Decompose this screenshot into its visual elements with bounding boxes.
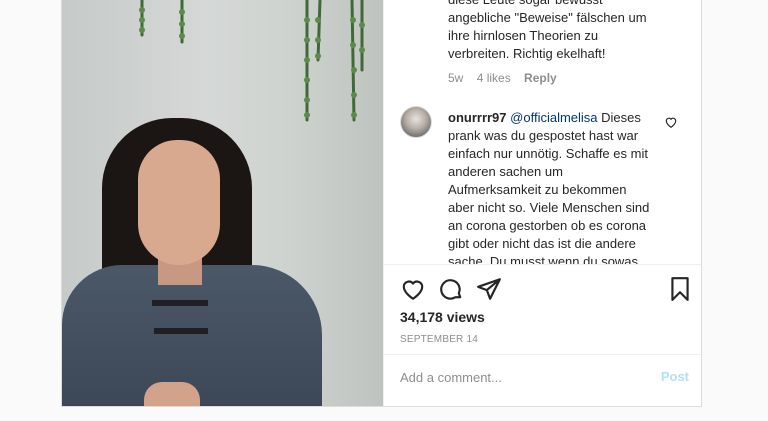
add-comment-section: Post <box>384 354 701 406</box>
post-video[interactable] <box>62 0 383 406</box>
bookmark-icon[interactable] <box>667 276 693 302</box>
heart-icon[interactable] <box>664 115 678 129</box>
hanging-plant-image <box>139 0 365 122</box>
post-actions: 34,178 views SEPTEMBER 14 <box>384 264 701 355</box>
comment-age: 5w <box>448 71 464 85</box>
share-icon[interactable] <box>476 276 502 302</box>
post-sidebar: diese Leute sogar bewusst angebliche "Be… <box>383 0 701 406</box>
post-container: diese Leute sogar bewusst angebliche "Be… <box>61 0 702 407</box>
comment-item: onurrrr97 @officialmelisa Dieses prank w… <box>448 109 656 264</box>
views-count[interactable]: 34,178 views <box>400 309 485 325</box>
post-button[interactable]: Post <box>661 369 689 384</box>
comment-input[interactable] <box>400 370 640 385</box>
comment-body: Dieses prank was du gespostet hast war e… <box>448 110 650 264</box>
comment-meta: 5w 4 likes Reply <box>448 71 567 85</box>
avatar[interactable] <box>400 106 432 138</box>
post-date[interactable]: SEPTEMBER 14 <box>400 334 478 345</box>
comment-icon[interactable] <box>438 276 464 302</box>
comment-text: diese Leute sogar bewusst angebliche "Be… <box>448 0 647 61</box>
comment-username[interactable]: onurrrr97 <box>448 110 507 125</box>
heart-icon[interactable] <box>400 276 426 302</box>
comment-likes[interactable]: 4 likes <box>477 71 511 85</box>
comments-list[interactable]: diese Leute sogar bewusst angebliche "Be… <box>384 0 701 264</box>
person-face <box>138 140 220 265</box>
comment-mention[interactable]: @officialmelisa <box>510 110 597 125</box>
reply-button[interactable]: Reply <box>524 71 557 85</box>
